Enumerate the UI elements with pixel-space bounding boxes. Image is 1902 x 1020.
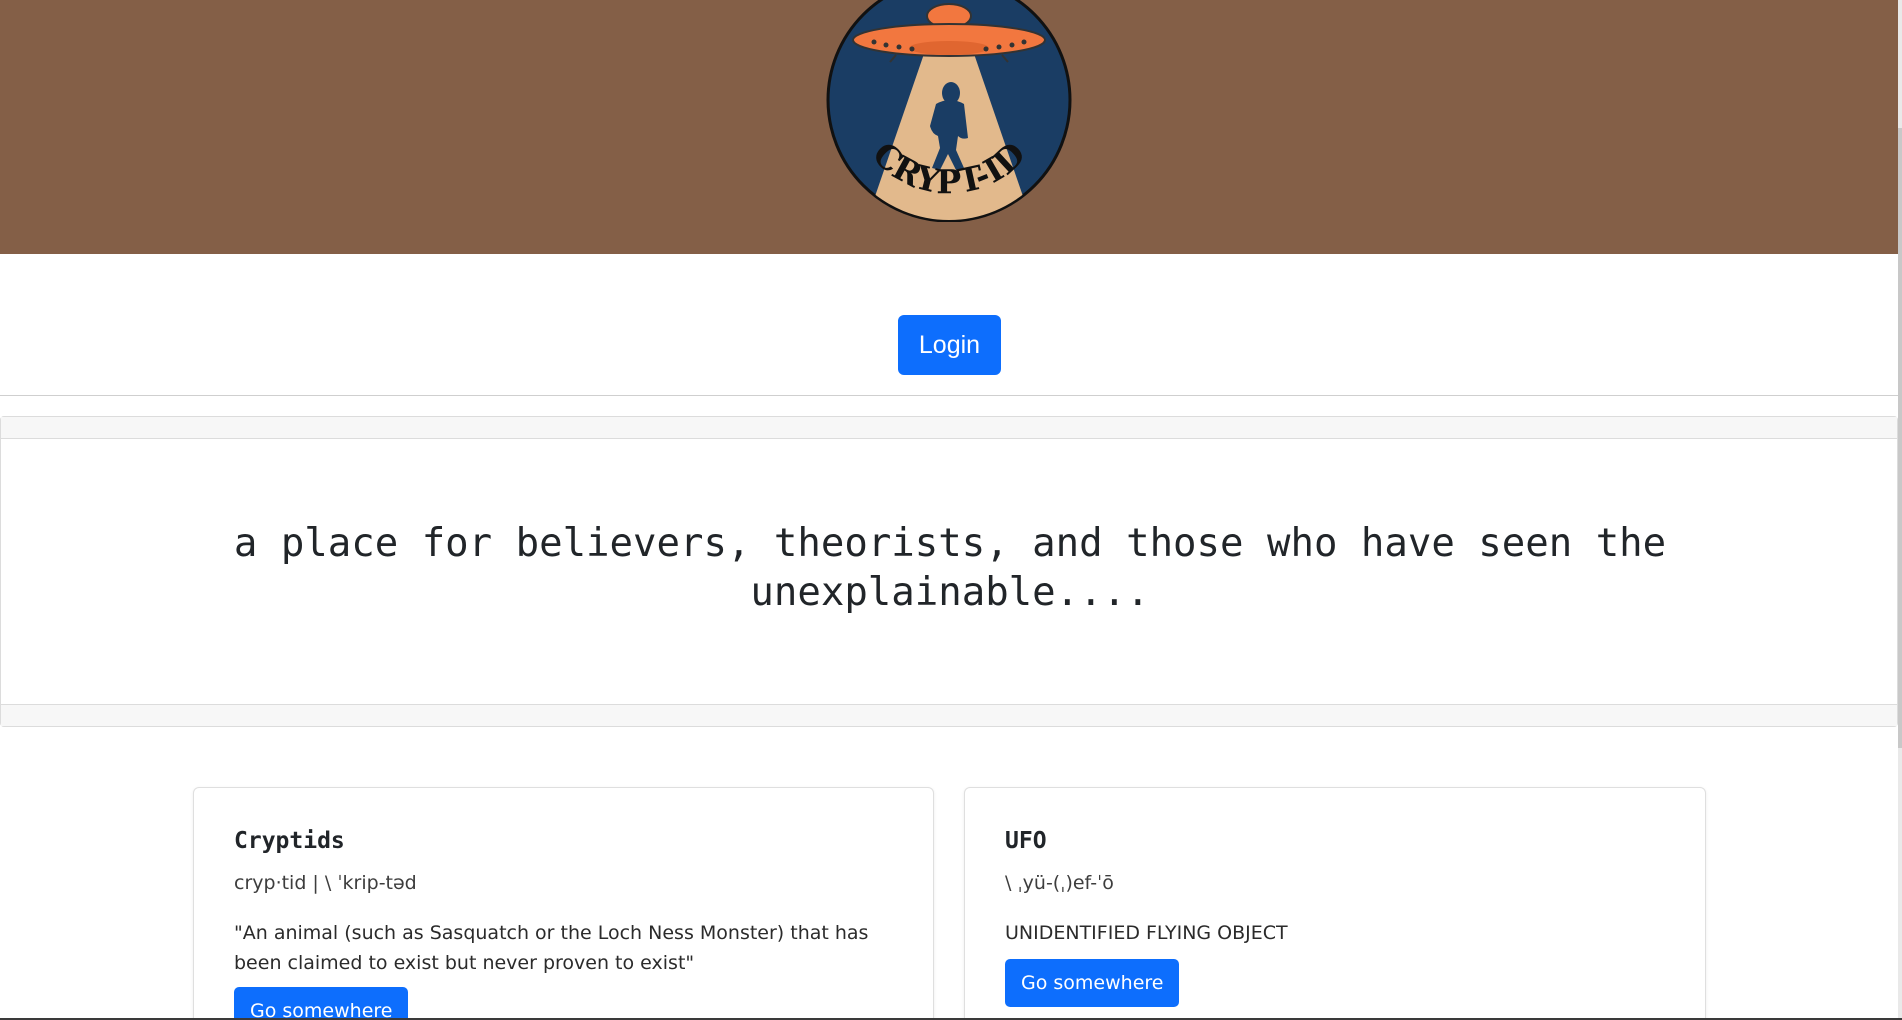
vertical-scrollbar[interactable] [1898, 0, 1902, 1020]
crypt-id-logo[interactable]: CRYPT-ID [826, 0, 1072, 222]
card-definition: UNIDENTIFIED FLYING OBJECT [1005, 922, 1288, 944]
card-definition: "An animal (such as Sasquatch or the Loc… [234, 922, 869, 974]
page: CRYPT-ID Login a place for believers, th… [0, 0, 1902, 1020]
tagline-panel: a place for believers, theorists, and th… [0, 416, 1898, 727]
logo-graphic: CRYPT-ID [826, 0, 1072, 222]
go-somewhere-button[interactable]: Go somewhere [1005, 959, 1180, 1007]
scrollbar-thumb[interactable] [1898, 128, 1902, 748]
go-somewhere-button[interactable]: Go somewhere [234, 987, 409, 1020]
card-title: Cryptids [234, 828, 345, 854]
tagline-text: a place for believers, theorists, and th… [233, 521, 1667, 615]
panel-header [1, 417, 1897, 439]
site-header: CRYPT-ID [0, 0, 1898, 254]
card-ufo: UFO \ ˌyü-(ˌ)ef-ˈō UNIDENTIFIED FLYING O… [964, 787, 1706, 1020]
login-button[interactable]: Login [898, 315, 1001, 375]
card-cryptids: Cryptids cryp·tid | \ ˈkrip-təd "An anim… [193, 787, 934, 1020]
card-title: UFO [1005, 828, 1047, 854]
card-pronunciation: \ ˌyü-(ˌ)ef-ˈō [1005, 872, 1114, 894]
card-pronunciation: cryp·tid | \ ˈkrip-təd [234, 872, 417, 894]
panel-footer [1, 704, 1897, 726]
divider [0, 395, 1898, 396]
